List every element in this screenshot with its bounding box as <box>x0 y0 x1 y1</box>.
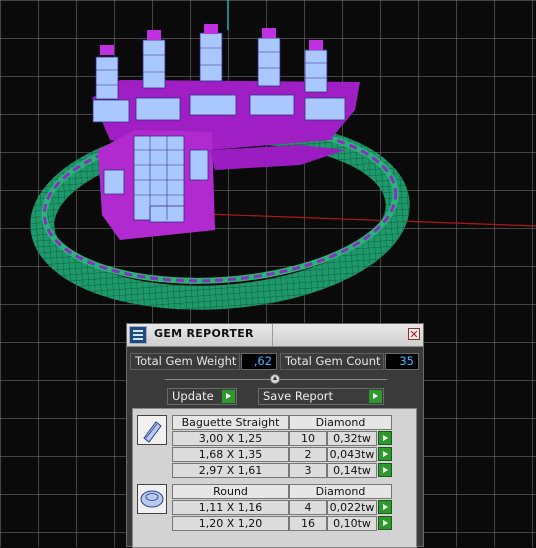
group-material: Diamond <box>289 415 392 430</box>
update-button[interactable]: Update <box>167 388 237 405</box>
total-gem-count-label: Total Gem Count <box>280 353 384 370</box>
gem-reporter-panel: GEM REPORTER ✕ Total Gem Weight ,62 Tota… <box>126 323 424 548</box>
gem-weight: 0,043tw <box>327 447 377 462</box>
gem-table: Baguette Straight Diamond 3,00 X 1,25 10… <box>132 408 417 548</box>
close-icon: ✕ <box>409 328 419 341</box>
gem-report-icon <box>129 326 147 344</box>
select-row-button[interactable] <box>378 500 392 514</box>
total-gem-weight-label: Total Gem Weight <box>130 353 240 370</box>
play-icon <box>222 390 235 403</box>
gem-weight: 0,022tw <box>327 500 377 515</box>
gem-count: 10 <box>289 431 327 446</box>
gem-count: 4 <box>289 500 327 515</box>
play-icon <box>369 390 382 403</box>
update-label: Update <box>172 389 214 403</box>
titlebar-separator <box>272 324 273 346</box>
select-row-button[interactable] <box>378 516 392 530</box>
select-row-button[interactable] <box>378 463 392 477</box>
close-button[interactable]: ✕ <box>408 328 420 340</box>
group-material: Diamond <box>289 484 392 499</box>
total-gem-weight-value: ,62 <box>241 353 277 370</box>
gem-size: 1,20 X 1,20 <box>172 516 289 531</box>
gem-count: 2 <box>289 447 327 462</box>
select-row-button[interactable] <box>378 431 392 445</box>
collapse-toggle[interactable] <box>270 374 280 384</box>
gem-size: 1,11 X 1,16 <box>172 500 289 515</box>
group-shape: Round <box>172 484 289 499</box>
gem-count: 3 <box>289 463 327 478</box>
select-row-button[interactable] <box>378 447 392 461</box>
gem-count: 16 <box>289 516 327 531</box>
panel-titlebar[interactable]: GEM REPORTER ✕ <box>127 324 423 347</box>
total-gem-count-value: 35 <box>385 353 419 370</box>
gem-weight: 0,32tw <box>327 431 377 446</box>
panel-title: GEM REPORTER <box>154 327 254 340</box>
save-report-label: Save Report <box>263 389 334 403</box>
gem-size: 1,68 X 1,35 <box>172 447 289 462</box>
gem-weight: 0,14tw <box>327 463 377 478</box>
baguette-gem-icon <box>137 415 167 445</box>
round-gem-icon <box>137 484 167 514</box>
save-report-button[interactable]: Save Report <box>258 388 384 405</box>
gem-size: 3,00 X 1,25 <box>172 431 289 446</box>
group-shape: Baguette Straight <box>172 415 289 430</box>
gem-weight: 0,10tw <box>327 516 377 531</box>
gem-size: 2,97 X 1,61 <box>172 463 289 478</box>
